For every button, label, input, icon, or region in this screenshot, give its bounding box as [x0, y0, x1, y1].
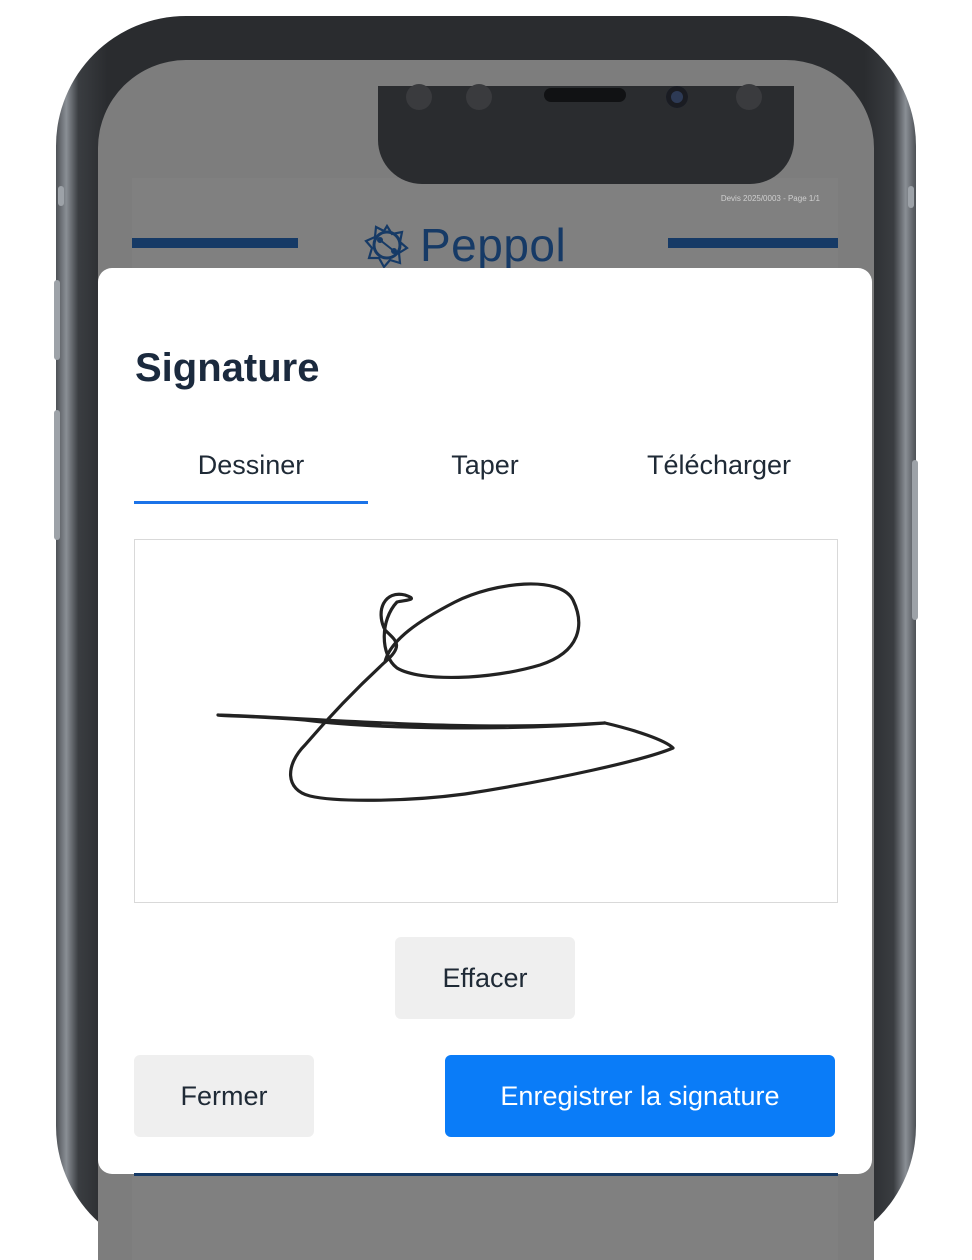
- modal-title: Signature: [135, 346, 320, 390]
- document-reference: Devis 2025/0003 - Page 1/1: [720, 194, 820, 203]
- sensor-dot: [736, 84, 762, 110]
- peppol-logo: Peppol: [362, 219, 567, 271]
- tab-taper[interactable]: Taper: [368, 450, 602, 501]
- phone-power-button: [912, 460, 918, 620]
- sensor-dot: [466, 84, 492, 110]
- save-signature-button[interactable]: Enregistrer la signature: [445, 1055, 835, 1137]
- peppol-logo-text: Peppol: [420, 219, 567, 271]
- phone-side-button-left: [58, 186, 64, 206]
- tab-dessiner[interactable]: Dessiner: [134, 450, 368, 504]
- signature-canvas[interactable]: [134, 539, 838, 903]
- sensor-dot: [406, 84, 432, 110]
- signature-stroke: [216, 582, 675, 802]
- phone-volume-down-button: [54, 410, 60, 540]
- phone-side-button-right: [908, 186, 914, 208]
- phone-notch: [378, 84, 794, 184]
- document-footer-bar: [134, 1173, 838, 1176]
- phone-speaker: [544, 88, 626, 102]
- document-header-bar-right: [668, 238, 838, 248]
- peppol-logo-icon: [364, 223, 409, 269]
- phone-volume-up-button: [54, 280, 60, 360]
- front-camera: [666, 86, 688, 108]
- tab-telecharger[interactable]: Télécharger: [602, 450, 836, 501]
- signature-modal: Signature Dessiner Taper Télécharger Eff…: [98, 268, 872, 1174]
- document-header-bar-left: [132, 238, 298, 248]
- close-button[interactable]: Fermer: [134, 1055, 314, 1137]
- clear-button[interactable]: Effacer: [395, 937, 575, 1019]
